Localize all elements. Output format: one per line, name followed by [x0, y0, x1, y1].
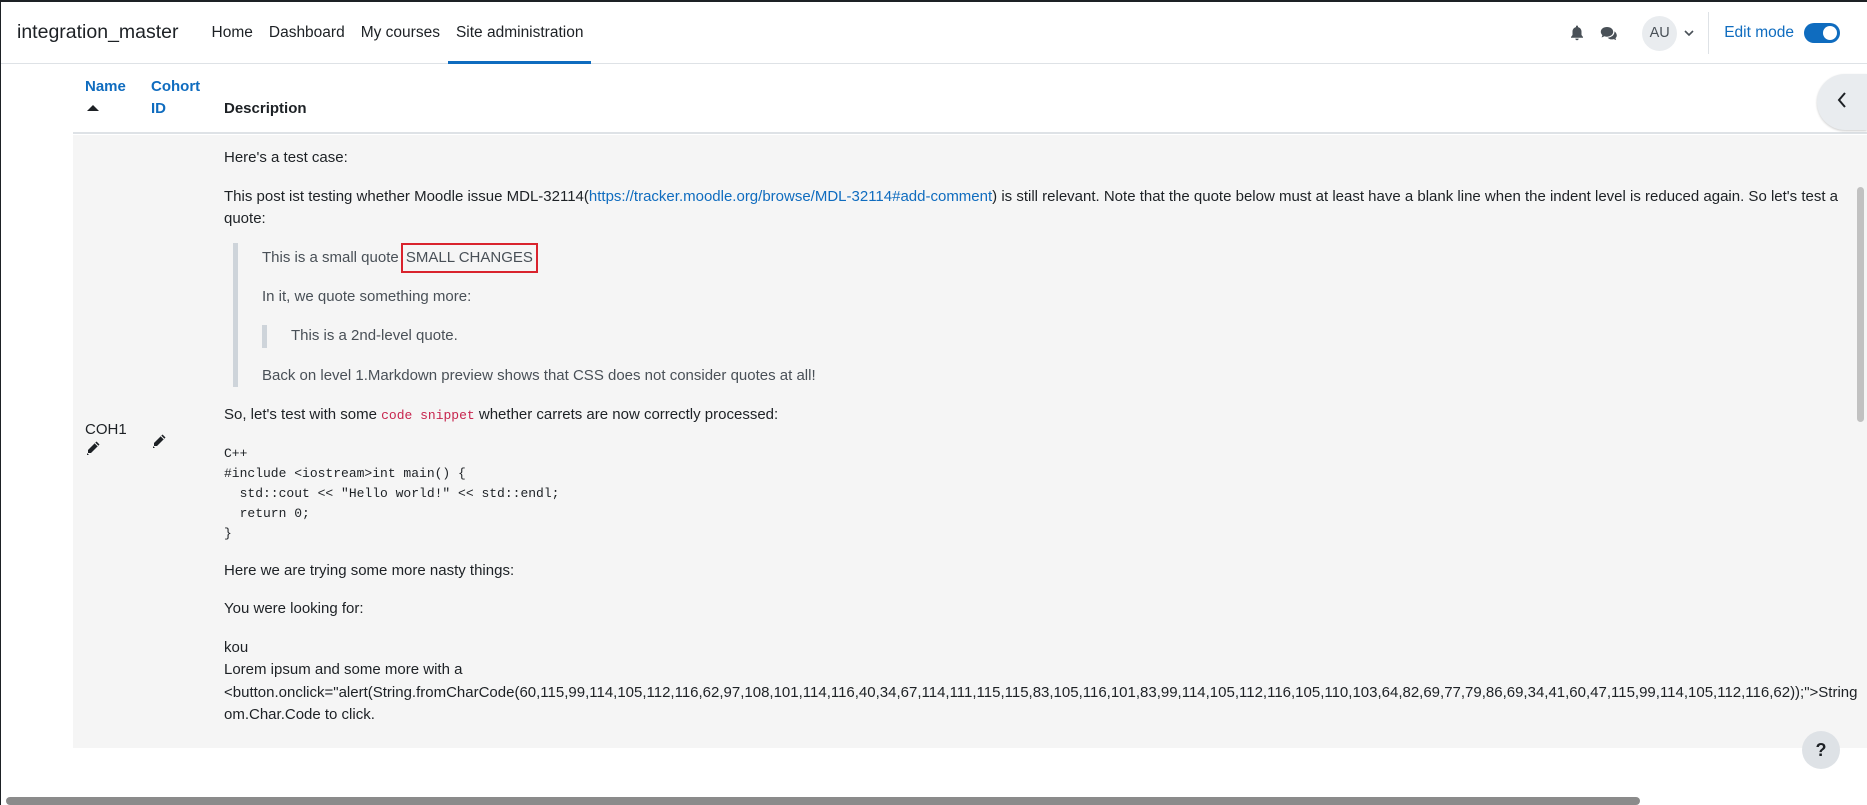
edit-mode-toggle[interactable]: [1804, 23, 1840, 43]
tracker-link[interactable]: https://tracker.moodle.org/browse/MDL-32…: [589, 188, 992, 205]
quote-line-2: In it, we quote something more:: [262, 287, 472, 305]
cohort-name-cell: COH1: [85, 421, 127, 460]
table-row: COH1 Here's a test case: This post ist t…: [73, 135, 1867, 748]
column-header-cohort-label-1[interactable]: Cohort: [151, 78, 200, 95]
nav-my-courses[interactable]: My courses: [353, 2, 448, 63]
quote-line-4: Back on level 1.Markdown preview shows t…: [262, 366, 816, 384]
desc-paragraph-2: This post ist testing whether Moodle iss…: [224, 186, 1864, 231]
nav-dashboard[interactable]: Dashboard: [261, 2, 353, 63]
quote-line-1-text: This is a small quote: [262, 248, 399, 266]
navbar-right: AU Edit mode: [1568, 2, 1867, 64]
cohort-id-cell: [151, 433, 167, 453]
desc-p2-text-before: This post ist testing whether Moodle iss…: [224, 187, 589, 205]
sort-ascending-icon: [87, 105, 99, 111]
quote-line-1: This is a small quote SMALL CHANGES: [262, 242, 1864, 273]
desc-p6-line-2: Lorem ipsum and some more with a: [224, 661, 463, 678]
cohort-name: COH1: [85, 421, 127, 438]
cohort-table-header: Name Cohort ID Description: [73, 64, 1867, 134]
site-brand[interactable]: integration_master: [17, 21, 179, 44]
vertical-scrollbar[interactable]: [1857, 187, 1864, 422]
desc-paragraph-1: Here's a test case:: [224, 149, 348, 166]
desc-p3-text-after: whether carrets are now correctly proces…: [474, 406, 779, 423]
nav-site-administration[interactable]: Site administration: [447, 2, 592, 64]
edit-mode-label[interactable]: Edit mode: [1724, 24, 1794, 42]
desc-paragraph-4: Here we are trying some more nasty thing…: [224, 561, 515, 579]
inline-code-snippet: code snippet: [381, 408, 475, 423]
top-navbar: integration_master Home Dashboard My cou…: [1, 2, 1867, 64]
edit-name-pencil-icon[interactable]: [85, 440, 127, 460]
desc-p6-line-3: <button.onclick="alert(String.fromCharCo…: [224, 683, 1858, 701]
user-avatar[interactable]: AU: [1642, 15, 1678, 51]
horizontal-scrollbar[interactable]: [6, 797, 1640, 805]
primary-navigation: Home Dashboard My courses Site administr…: [204, 2, 592, 64]
open-drawer-button[interactable]: [1817, 74, 1867, 130]
desc-p3-text-before: So, let's test with some: [224, 406, 382, 423]
chat-bubbles-icon[interactable]: [1600, 24, 1618, 42]
code-block: C++ #include <iostream>int main() { std:…: [224, 445, 560, 541]
edit-id-pencil-icon[interactable]: [151, 434, 167, 453]
blockquote-level-1: This is a small quote SMALL CHANGES In i…: [233, 242, 1864, 387]
help-button[interactable]: ?: [1802, 731, 1840, 769]
blockquote-level-2: This is a 2nd-level quote.: [262, 325, 1864, 348]
small-changes-highlight: SMALL CHANGES: [400, 242, 538, 273]
desc-paragraph-6: kou Lorem ipsum and some more with a <bu…: [224, 637, 1864, 727]
quote-level-2-line: This is a 2nd-level quote.: [291, 327, 458, 344]
column-header-description: Description: [224, 100, 307, 117]
column-header-name[interactable]: Name: [85, 76, 126, 111]
column-header-name-label[interactable]: Name: [85, 78, 126, 95]
desc-paragraph-3: So, let's test with some code snippet wh…: [224, 404, 1864, 428]
bell-icon[interactable]: [1568, 24, 1586, 42]
chevron-down-icon[interactable]: [1684, 30, 1694, 36]
desc-paragraph-5: You were looking for:: [224, 600, 364, 617]
column-header-cohort-label-2[interactable]: ID: [151, 100, 166, 117]
desc-p6-line-1: kou: [224, 638, 249, 656]
navbar-divider: [1708, 12, 1710, 54]
chevron-left-icon: [1837, 92, 1847, 112]
cohort-description: Here's a test case: This post ist testin…: [224, 147, 1864, 743]
column-header-cohort-id[interactable]: Cohort ID: [151, 76, 200, 120]
desc-p6-line-4: om.Char.Code to click.: [224, 706, 375, 723]
nav-home[interactable]: Home: [204, 2, 261, 63]
